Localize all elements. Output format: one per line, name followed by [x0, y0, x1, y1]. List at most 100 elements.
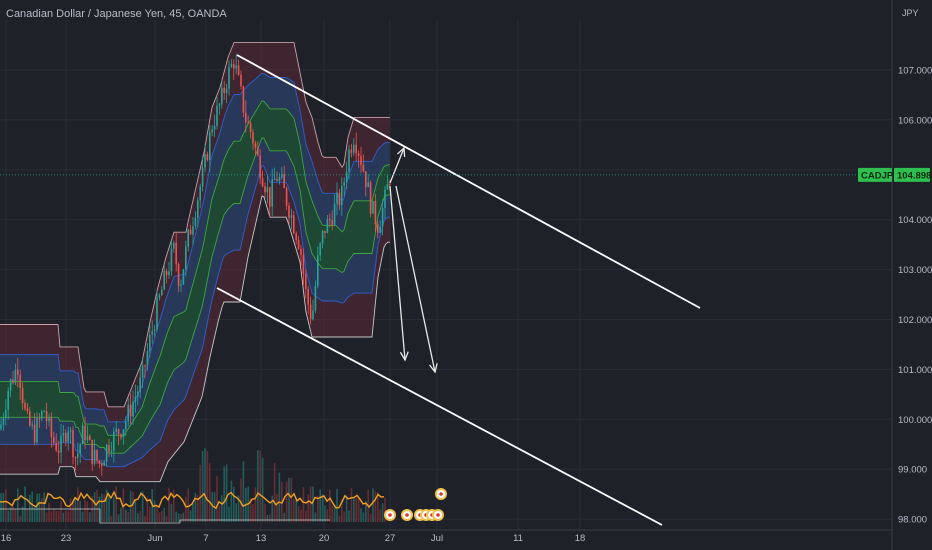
volume-bar — [57, 510, 60, 522]
volume-bar — [357, 497, 360, 522]
volume-bar — [225, 464, 228, 522]
time-tick-label: 20 — [319, 533, 330, 544]
volume-bar — [110, 515, 113, 522]
projection-arrow-down-1 — [389, 185, 409, 362]
candle-body — [50, 417, 53, 438]
volume-bar — [62, 512, 65, 522]
candle-body — [91, 439, 93, 464]
candle-body — [209, 132, 211, 161]
volume-bar — [86, 501, 89, 522]
candle-body — [345, 171, 348, 183]
volume-bar — [319, 489, 321, 522]
volume-bar — [125, 509, 127, 522]
volume-bar — [199, 464, 201, 522]
candle-body — [293, 215, 295, 234]
volume-bar — [259, 450, 261, 522]
candle-body — [276, 179, 278, 181]
candle-body — [381, 207, 384, 227]
volume-bar — [149, 506, 151, 522]
candle-body — [14, 369, 17, 383]
time-tick-label: 23 — [61, 533, 72, 544]
candle-body — [319, 243, 321, 256]
volume-bar — [115, 486, 117, 522]
candle-body — [362, 164, 365, 172]
volume-bar — [372, 488, 374, 522]
volume-bar — [293, 498, 295, 522]
candle-body — [309, 304, 312, 320]
volume-bar — [26, 509, 29, 522]
candle-body — [120, 434, 122, 438]
candle-body — [153, 329, 156, 332]
candle-body — [237, 65, 240, 75]
candle-body — [314, 285, 317, 311]
candle-body — [139, 377, 141, 392]
volume-bar — [290, 477, 293, 522]
chart-canvas[interactable]: JPY 107.000 106.000 104.000 103.000 102.000 10… — [0, 0, 932, 550]
time-axis[interactable]: 16 23 Jun 7 13 20 27 Jul 11 18 — [0, 529, 892, 544]
volume-bar — [254, 487, 257, 522]
candle-body — [343, 182, 345, 186]
volume-bar — [38, 493, 41, 522]
candle-body — [194, 217, 197, 227]
volume-bar — [41, 498, 43, 522]
projection-arrow-down-2 — [395, 185, 438, 374]
volume-bar — [185, 496, 187, 522]
volume-bar — [170, 503, 173, 522]
volume-bar — [355, 497, 357, 522]
volume-bar — [218, 505, 221, 522]
candle-body — [365, 171, 367, 188]
candle-body — [252, 132, 254, 144]
candle-body — [201, 167, 204, 187]
event-marker-dot — [388, 513, 392, 517]
volume-bar — [240, 478, 242, 522]
volume-bar — [144, 515, 146, 522]
volume-bar — [269, 514, 271, 522]
volume-bar — [48, 502, 50, 522]
candle-body — [240, 74, 242, 87]
candle-body — [295, 233, 297, 241]
candle-body — [218, 104, 221, 106]
candle-body — [324, 230, 326, 233]
volume-bar — [314, 512, 317, 522]
candle-body — [249, 122, 252, 133]
candle-body — [379, 226, 381, 233]
candle-body — [0, 424, 2, 430]
volume-bar — [345, 496, 348, 522]
price-tick-label: 107.000 — [898, 66, 932, 77]
candle-body — [5, 409, 7, 419]
candle-body — [53, 437, 55, 443]
candle-body — [105, 444, 108, 462]
volume-bar — [12, 505, 14, 522]
volume-bar — [329, 489, 331, 522]
candle-body — [115, 429, 117, 432]
candle-body — [389, 184, 391, 186]
volume-bar — [165, 515, 168, 522]
candle-body — [156, 297, 158, 330]
candle-body — [278, 177, 281, 181]
candle-body — [67, 431, 69, 442]
candle-body — [127, 404, 129, 422]
candle-body — [235, 65, 237, 69]
volume-bar — [89, 512, 91, 522]
candle-body — [245, 112, 247, 123]
price-axis[interactable]: JPY 107.000 106.000 104.000 103.000 102.000 10… — [858, 0, 932, 550]
candle-body — [55, 442, 57, 451]
volume-bar — [108, 494, 110, 522]
candle-body — [367, 182, 369, 188]
volume-bar — [285, 481, 288, 522]
projection-arrow-up-shaft — [389, 147, 405, 184]
volume-bar — [206, 450, 209, 522]
volume-bar — [362, 512, 365, 522]
candle-body — [141, 365, 144, 378]
volume-bar — [65, 510, 67, 522]
volume-bar — [120, 507, 122, 522]
candle-body — [17, 369, 19, 376]
candle-body — [353, 144, 355, 153]
price-tick-label: 100.000 — [898, 415, 932, 426]
candle-body — [271, 179, 273, 207]
volume-bar — [288, 477, 290, 522]
volume-bar — [93, 492, 96, 522]
volume-bar — [369, 513, 372, 522]
volume-bar — [309, 486, 312, 522]
price-tick-label: 102.000 — [898, 315, 932, 326]
